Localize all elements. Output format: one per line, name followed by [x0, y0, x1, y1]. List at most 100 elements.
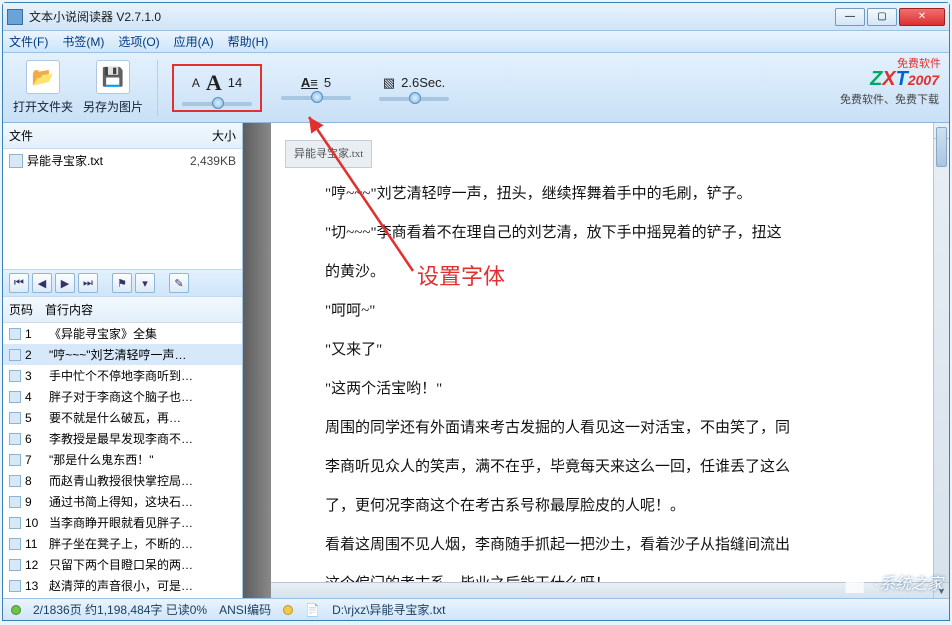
- menu-help[interactable]: 帮助(H): [228, 33, 269, 50]
- file-list[interactable]: 异能寻宝家.txt2,439KB: [3, 149, 242, 269]
- chapter-icon: [9, 475, 21, 487]
- chapter-list[interactable]: 1《异能寻宝家》全集2"哼~~~"刘艺清轻哼一声…3手中忙个不停地李商听到…4胖…: [3, 323, 242, 598]
- reader-paragraph: "呵呵~": [295, 295, 915, 328]
- file-name: 异能寻宝家.txt: [27, 152, 170, 169]
- font-size-slider[interactable]: [182, 102, 252, 106]
- chapter-row[interactable]: 9通过书简上得知，这块石…: [3, 491, 242, 512]
- nav-last-button[interactable]: ⏭: [78, 273, 98, 293]
- chapter-icon: [9, 559, 21, 571]
- chapter-row[interactable]: 13赵清萍的声音很小，可是…: [3, 575, 242, 596]
- nav-edit-button[interactable]: ✎: [169, 273, 189, 293]
- chapter-icon: [9, 433, 21, 445]
- chapter-row[interactable]: 1《异能寻宝家》全集: [3, 323, 242, 344]
- chapter-icon: [9, 454, 21, 466]
- chapter-text: 而赵青山教授很快掌控局…: [49, 472, 236, 489]
- status-filepath: D:\rjxz\异能寻宝家.txt: [332, 601, 445, 618]
- nav-next-button[interactable]: ▶: [55, 273, 75, 293]
- chapter-text: 通过书简上得知，这块石…: [49, 493, 236, 510]
- reader-paragraph: 的黄沙。: [295, 256, 915, 289]
- font-small-a-icon: A: [192, 76, 200, 90]
- chapterlist-header: 页码 首行内容: [3, 297, 242, 323]
- menu-apply[interactable]: 应用(A): [174, 33, 214, 50]
- line-spacing-icon: A≡: [301, 75, 318, 90]
- chapter-row[interactable]: 2"哼~~~"刘艺清轻哼一声…: [3, 344, 242, 365]
- save-icon: 💾: [96, 60, 130, 94]
- chapter-number: 8: [25, 474, 49, 488]
- chapter-number: 1: [25, 327, 49, 341]
- chapter-row[interactable]: 11胖子坐在凳子上，不断的…: [3, 533, 242, 554]
- nav-flag-button[interactable]: ⚑: [112, 273, 132, 293]
- chapter-row[interactable]: 12只留下两个目瞪口呆的两…: [3, 554, 242, 575]
- file-row[interactable]: 异能寻宝家.txt2,439KB: [3, 149, 242, 172]
- minimize-button[interactable]: —: [835, 8, 865, 26]
- vertical-scrollbar[interactable]: ▲ ▼: [933, 123, 949, 598]
- chapter-number: 2: [25, 348, 49, 362]
- status-pageinfo: 2/1836页 约1,198,484字 已读0%: [33, 601, 207, 618]
- chapter-number: 6: [25, 432, 49, 446]
- window-title: 文本小说阅读器 V2.7.1.0: [29, 8, 835, 25]
- chapter-text: 《异能寻宝家》全集: [49, 325, 236, 342]
- reader-paragraph: 李商听见众人的笑声，满不在乎，毕竟每天来这么一回，任谁丢了这么: [295, 451, 915, 484]
- reader-paragraph: "切~~~"李商看着不在理自己的刘艺清，放下手中摇晃着的铲子，扭这: [295, 217, 915, 250]
- open-folder-button[interactable]: 📂 打开文件夹: [13, 60, 73, 115]
- brand-block: 免费软件 ZXT2007 免费软件、免费下载: [840, 68, 939, 107]
- nav-prev-button[interactable]: ◀: [32, 273, 52, 293]
- chapter-row[interactable]: 4胖子对于李商这个脑子也…: [3, 386, 242, 407]
- chapter-row[interactable]: 5要不就是什么破瓦，再…: [3, 407, 242, 428]
- chapter-number: 13: [25, 579, 49, 593]
- chapter-icon: [9, 412, 21, 424]
- chapter-text: 胖子对于李商这个脑子也…: [49, 388, 236, 405]
- chapter-text: 手中忙个不停地李商听到…: [49, 367, 236, 384]
- line-spacing-value: 5: [324, 75, 331, 90]
- chapter-text: "哼~~~"刘艺清轻哼一声…: [49, 346, 236, 363]
- font-big-a-icon: A: [206, 70, 222, 96]
- save-as-image-button[interactable]: 💾 另存为图片: [83, 60, 143, 115]
- chapter-icon: [9, 538, 21, 550]
- filelist-header-name: 文件: [9, 127, 170, 144]
- reader-paragraph: "又来了": [295, 334, 915, 367]
- chapter-icon: [9, 370, 21, 382]
- page-stack-icon: ▧: [383, 75, 395, 91]
- chapter-number: 9: [25, 495, 49, 509]
- chapter-text: 当李商睁开眼就看见胖子…: [49, 514, 236, 531]
- timer-slider[interactable]: [379, 97, 449, 101]
- chapter-row[interactable]: 6李教授是最早发现李商不…: [3, 428, 242, 449]
- reader-paragraph: "这两个活宝哟！": [295, 373, 915, 406]
- chapter-icon: [9, 328, 21, 340]
- chapter-icon: [9, 391, 21, 403]
- app-icon: [7, 9, 23, 25]
- free-software-link[interactable]: 免费软件: [897, 55, 941, 71]
- watermark: ·系统之家: [842, 570, 943, 594]
- line-spacing-control[interactable]: A≡ 5: [272, 75, 360, 100]
- horizontal-scrollbar[interactable]: [271, 582, 933, 598]
- page-gutter: [243, 123, 271, 598]
- menu-bookmark[interactable]: 书签(M): [62, 33, 104, 50]
- font-size-control[interactable]: A A 14: [172, 64, 262, 112]
- filelist-header-size: 大小: [170, 127, 236, 144]
- chapter-row[interactable]: 8而赵青山教授很快掌控局…: [3, 470, 242, 491]
- line-spacing-slider[interactable]: [281, 96, 351, 100]
- chapter-row[interactable]: 7"那是什么鬼东西！": [3, 449, 242, 470]
- status-encoding: ANSI编码: [219, 601, 271, 618]
- chapterlist-header-first: 首行内容: [45, 301, 236, 318]
- status-dot-green: [11, 605, 21, 615]
- menu-options[interactable]: 选项(O): [118, 33, 159, 50]
- file-size: 2,439KB: [170, 154, 236, 168]
- maximize-button[interactable]: ▢: [867, 8, 897, 26]
- reader-page[interactable]: 异能寻宝家.txt "哼~~~"刘艺清轻哼一声，扭头，继续挥舞着手中的毛刷，铲子…: [271, 123, 933, 598]
- chapter-text: 李教授是最早发现李商不…: [49, 430, 236, 447]
- reader-paragraph: 了，更何况李商这个在考古系号称最厚脸皮的人呢！。: [295, 490, 915, 523]
- chapter-row[interactable]: 3手中忙个不停地李商听到…: [3, 365, 242, 386]
- chapter-icon: [9, 517, 21, 529]
- chapter-number: 3: [25, 369, 49, 383]
- close-button[interactable]: ✕: [899, 8, 945, 26]
- chapter-icon: [9, 349, 21, 361]
- chapter-row[interactable]: 10当李商睁开眼就看见胖子…: [3, 512, 242, 533]
- reader-paragraph: 周围的同学还有外面请来考古发掘的人看见这一对活宝，不由笑了，同: [295, 412, 915, 445]
- scroll-thumb[interactable]: [936, 127, 947, 167]
- nav-flag-dropdown[interactable]: ▾: [135, 273, 155, 293]
- nav-first-button[interactable]: ⏮: [9, 273, 29, 293]
- menu-file[interactable]: 文件(F): [9, 33, 48, 50]
- status-doc-icon: 📄: [305, 603, 320, 617]
- autoscroll-timer-control[interactable]: ▧ 2.6Sec.: [370, 75, 458, 101]
